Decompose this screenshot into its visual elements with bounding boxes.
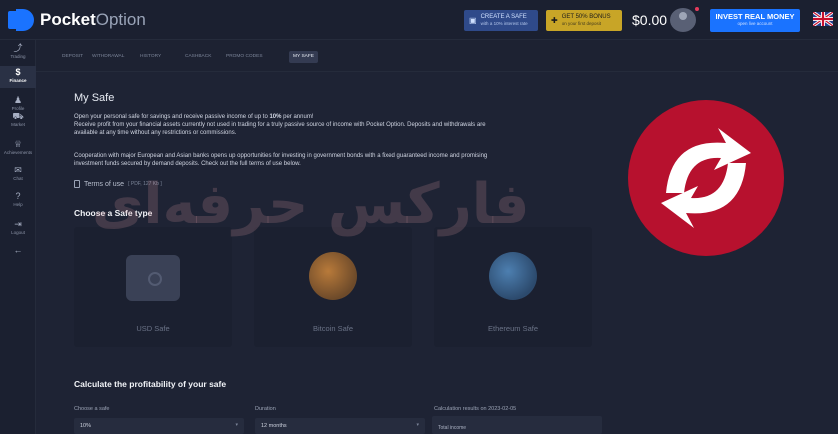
create-safe-title: CREATE A SAFE [480,14,527,20]
ethereum-safe-card[interactable]: Ethereum Safe [434,227,592,347]
intro-line-3: available at any time without any restri… [74,130,237,136]
duration-select[interactable]: 12 months ▾ [255,418,425,434]
invest-title: INVEST REAL MONEY [715,12,795,21]
intro-line-1: Open your personal safe for savings and … [74,114,314,120]
chat-icon: ✉ [14,165,22,175]
calculator-heading: Calculate the profitability of your safe [74,379,227,389]
logout-icon: ⇥ [14,219,22,229]
finance-tabs: DEPOSIT WITHDRAWAL HISTORY CASHBACK PROMO CO… [36,40,838,72]
chevron-down-icon: ▾ [416,422,419,428]
notification-dot-icon [695,7,699,11]
tab-withdrawal[interactable]: WITHDRAWAL [88,51,128,63]
intro-line-4: Cooperation with major European and Asia… [74,153,488,159]
results-panel: Total income [432,416,602,434]
sidebar-item-collapse[interactable]: ← [0,244,36,266]
top-bar: PocketOption ▣ CREATE A SAFE with a 10% … [0,0,838,40]
pocket-option-logo-icon [8,9,34,31]
card-label: Ethereum Safe [487,324,539,333]
intro-line-2: Receive profit from your financial asset… [74,122,486,128]
usd-safe-card[interactable]: USD Safe [74,227,232,347]
duration-label: Duration [255,406,276,412]
chart-icon: ⤴ [13,43,23,53]
sidebar-item-label: Logout [11,230,25,235]
gift-icon: ✚ [551,16,558,25]
bitcoin-safe-card[interactable]: Bitcoin Safe [254,227,412,347]
bitcoin-icon [309,252,357,300]
app-root: PocketOption ▣ CREATE A SAFE with a 10% … [0,0,838,434]
arrow-left-icon: ← [13,245,23,255]
brand-name: PocketOption [40,10,146,29]
safe-select[interactable]: 10% ▾ [74,418,244,434]
document-icon [74,180,80,188]
brand-logo[interactable]: PocketOption [8,9,146,31]
sidebar-item-help[interactable]: ? Help [0,190,36,212]
get-bonus-button[interactable]: ✚ GET 50% BONUS on your first deposit [546,10,622,31]
person-icon: ♟ [13,95,23,105]
uk-flag-icon[interactable] [813,12,833,26]
sidebar: ⤴ Trading $ Finance ♟ Profile ⛟ Market ♕ Achievem… [0,40,36,434]
sidebar-item-achievements[interactable]: ♕ Achievements [0,138,36,160]
results-label: Calculation results on 2023-02-05 [434,406,517,412]
safe-icon [126,255,180,301]
sidebar-item-label: Trading [10,54,26,59]
ethereum-icon [489,252,537,300]
sidebar-item-label: Help [13,202,23,207]
account-balance[interactable]: $0.00 [632,12,667,28]
sidebar-item-market[interactable]: ⛟ Market [0,110,36,132]
help-icon: ? [15,191,21,201]
page-title: My Safe [74,92,115,104]
intro-line-5: investment funds secured by demand depos… [74,161,301,167]
invest-subtitle: open live account [737,21,773,26]
create-safe-button[interactable]: ▣ CREATE A SAFE with a 10% interest rate [464,10,538,31]
tab-promo-codes[interactable]: PROMO CODES [222,51,267,63]
tab-deposit[interactable]: DEPOSIT [58,51,87,63]
chevron-down-icon: ▾ [235,422,238,428]
sidebar-item-chat[interactable]: ✉ Chat [0,164,36,186]
trophy-icon: ♕ [13,139,23,149]
sidebar-item-label: Market [11,122,25,127]
watermark-text: فارکس حرفه‌ای [92,172,530,237]
create-safe-subtitle: with a 10% interest rate [480,21,528,26]
bonus-title: GET 50% BONUS [561,14,611,20]
watermark-logo-icon [628,100,784,256]
cart-icon: ⛟ [12,111,24,121]
sidebar-item-label: Chat [13,176,23,181]
total-income-label: Total income [438,425,467,431]
sidebar-item-label: Finance [9,78,27,83]
card-label: Bitcoin Safe [312,324,354,333]
sidebar-item-finance[interactable]: $ Finance [0,66,36,88]
sidebar-item-logout[interactable]: ⇥ Logout [0,218,36,240]
choose-safe-label: Choose a safe [74,406,110,412]
sidebar-item-trading[interactable]: ⤴ Trading [0,42,36,64]
invest-real-money-button[interactable]: INVEST REAL MONEY open live account [710,9,800,32]
tab-history[interactable]: HISTORY [136,51,165,63]
tab-my-safe[interactable]: MY SAFE [289,51,318,63]
card-label: USD Safe [136,324,170,333]
dollar-icon: $ [15,67,21,77]
safe-icon: ▣ [469,16,477,25]
bonus-subtitle: on your first deposit [561,21,601,26]
avatar[interactable] [670,8,696,32]
sidebar-item-label: Achievements [3,150,33,155]
tab-cashback[interactable]: CASHBACK [181,51,215,63]
